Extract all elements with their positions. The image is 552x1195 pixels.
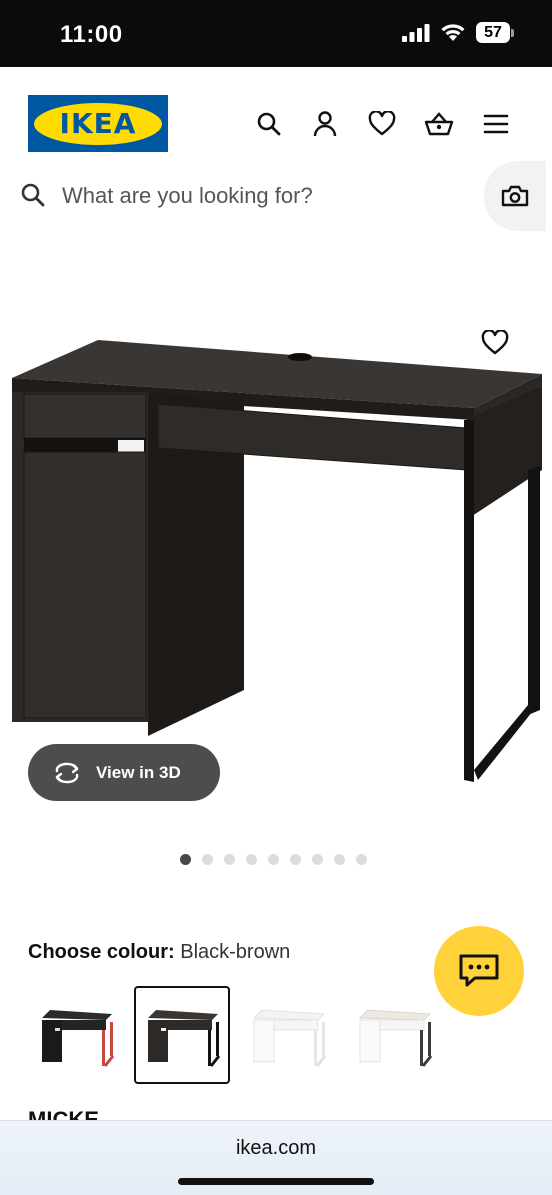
carousel-dot[interactable] [246,854,257,865]
carousel-dot[interactable] [312,854,323,865]
swatch-white-anthracite[interactable] [346,986,442,1084]
search-field-icon [20,182,46,213]
selected-colour: Black-brown [180,941,291,963]
swatch-white[interactable] [240,986,336,1084]
carousel-dot[interactable] [180,854,191,865]
rotate-3d-icon [55,762,79,783]
colour-chooser-label: Choose colour: Black-brown [28,941,290,964]
chat-icon [459,954,499,987]
heart-icon [481,330,509,355]
url-text: ikea.com [235,1137,317,1159]
swatch-black-brown[interactable] [134,986,230,1084]
ikea-logo[interactable]: IKEA [28,95,168,152]
browser-url-bar[interactable]: ikea.com [0,1120,552,1195]
menu-icon[interactable] [481,109,511,139]
logo-text: IKEA [59,107,137,140]
carousel-dot[interactable] [202,854,213,865]
favourites-icon[interactable] [367,109,397,139]
chat-button[interactable] [434,926,524,1016]
battery-level: 57 [476,22,510,43]
home-indicator [178,1178,374,1185]
search-bar [0,160,552,232]
search-input[interactable] [62,178,462,214]
battery-icon: 57 [476,22,514,43]
site-header: IKEA [0,67,552,167]
view-in-3d-label: View in 3D [96,762,181,782]
swatch-black-red[interactable] [28,986,124,1084]
product-favourite-button[interactable] [478,326,512,360]
carousel-dot[interactable] [268,854,279,865]
wifi-icon [441,24,465,41]
carousel-dot[interactable] [290,854,301,865]
carousel-dot[interactable] [356,854,367,865]
status-bar: 11:00 57 [0,0,552,67]
status-time: 11:00 [60,21,123,48]
status-icons: 57 [402,22,514,43]
account-icon[interactable] [310,109,340,139]
image-carousel-dots [180,854,367,865]
search-icon[interactable] [254,109,284,139]
carousel-dot[interactable] [224,854,235,865]
cellular-signal-icon [402,23,430,42]
camera-search-button[interactable] [484,161,546,231]
view-in-3d-button[interactable]: View in 3D [28,744,220,801]
basket-icon[interactable] [424,109,454,139]
colour-swatches [28,986,442,1084]
camera-icon [501,185,529,207]
carousel-dot[interactable] [334,854,345,865]
colour-label-prefix: Choose colour: [28,941,175,963]
product-image [12,340,542,782]
